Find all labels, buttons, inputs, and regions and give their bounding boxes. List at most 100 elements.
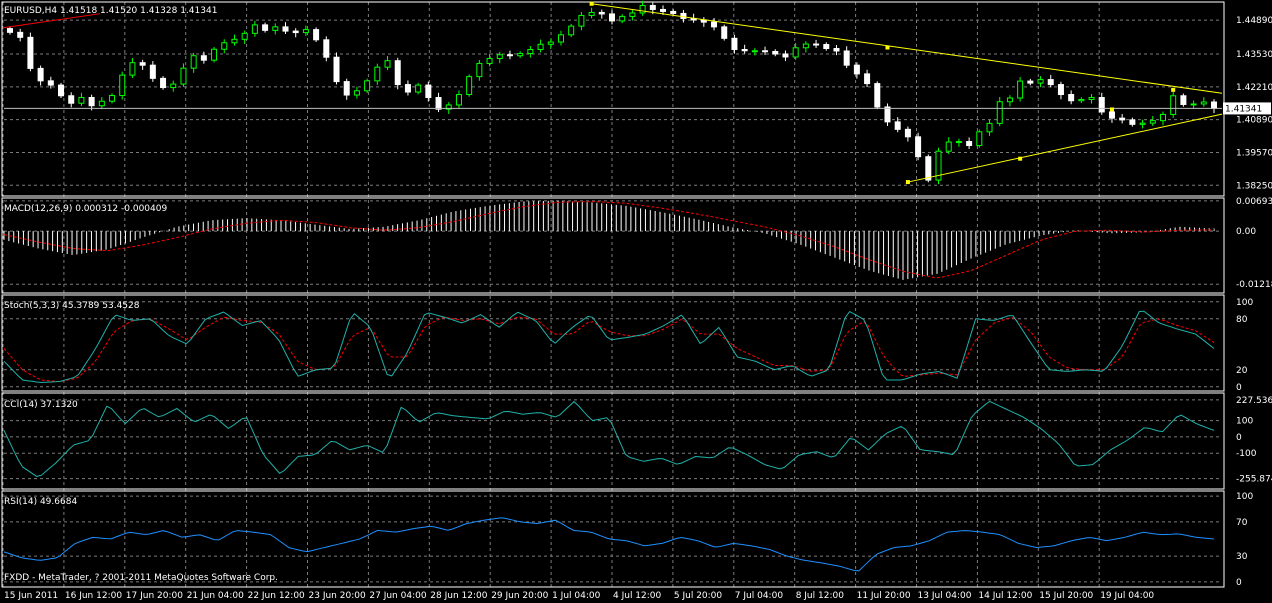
candle-body <box>527 49 534 54</box>
axis-tick-label: -100 <box>1236 449 1257 459</box>
candle-body <box>343 81 350 96</box>
axis-tick-label: 1.39570 <box>1236 148 1272 158</box>
candle-body <box>1078 98 1085 102</box>
candle-body <box>955 141 962 144</box>
axis-tick-label: 1.42210 <box>1236 83 1272 93</box>
trendline-anchor[interactable] <box>1171 87 1176 92</box>
candle-body <box>435 97 442 110</box>
candle-body <box>68 95 75 104</box>
candle-body <box>1180 95 1187 105</box>
candle-body <box>466 76 473 96</box>
candle-body <box>302 29 309 34</box>
time-label: 4 Jul 12:00 <box>613 591 662 601</box>
trading-chart[interactable]: 1.41341 1.44890 1.43530 1.42210 1.40890 1.39… <box>0 0 1272 603</box>
candle-body <box>241 32 248 40</box>
copyright-text: FXDD - MetaTrader, ? 2001-2011 MetaQuote… <box>4 573 278 583</box>
candle-body <box>180 67 187 85</box>
candle-body <box>517 52 524 57</box>
candle-body <box>823 44 830 50</box>
candle-body <box>670 10 677 14</box>
axis-tick-label: 100 <box>1236 298 1253 308</box>
trendline-anchor[interactable] <box>1109 107 1114 112</box>
candle-body <box>588 11 595 16</box>
candle-body <box>506 54 513 57</box>
time-label: 22 Jun 12:00 <box>248 591 305 601</box>
candle-body <box>1006 97 1013 103</box>
time-label: 13 Jul 04:00 <box>918 591 972 601</box>
axis-tick-label: 0 <box>1236 433 1242 443</box>
candle-body <box>843 50 850 66</box>
time-label: 23 Jun 20:00 <box>309 591 366 601</box>
axis-tick-label: -255.874 <box>1236 475 1272 485</box>
candle-body <box>1170 95 1177 115</box>
candle-body <box>925 156 932 181</box>
candle-body <box>853 64 860 75</box>
candle-body <box>945 141 952 152</box>
candle-body <box>221 42 228 50</box>
candle-body <box>1047 79 1054 86</box>
candle-body <box>762 50 769 53</box>
candle-body <box>711 21 718 28</box>
candle-body <box>649 4 656 10</box>
candle-body <box>1139 122 1146 125</box>
axis-tick-label: 1.44890 <box>1236 16 1272 26</box>
axis-tick-label: 80 <box>1236 315 1248 325</box>
candle-body <box>639 4 646 14</box>
candle-body <box>251 24 258 34</box>
candle-body <box>813 43 820 46</box>
candle-body <box>629 12 636 17</box>
candle-body <box>741 49 748 52</box>
time-axis: 15 Jun 2011 16 Jun 12:00 17 Jun 20:00 21 Ju… <box>4 591 1154 601</box>
trendline-anchor[interactable] <box>589 1 594 6</box>
candle-body <box>415 84 422 93</box>
candle-body <box>721 26 728 39</box>
candle-body <box>353 90 360 96</box>
candle-body <box>486 57 493 64</box>
candle-body <box>1119 117 1126 121</box>
candle-body <box>37 67 44 82</box>
candle-body <box>578 14 585 27</box>
time-label: 29 Jun 20:00 <box>491 591 548 601</box>
time-label: 5 Jul 20:00 <box>674 591 723 601</box>
axis-tick-label: 0.00693 <box>1236 197 1272 207</box>
candle-body <box>915 136 922 158</box>
trendline-anchor[interactable] <box>885 45 890 50</box>
candle-body <box>537 43 544 51</box>
axis-tick-label: 0 <box>1236 578 1242 588</box>
candle-body <box>98 100 105 107</box>
cci-title: CCI(14) 37.1320 <box>4 400 78 410</box>
trendline-anchor[interactable] <box>905 180 910 185</box>
candle-body <box>1129 119 1136 125</box>
candle-body <box>833 48 840 52</box>
candle-body <box>109 95 116 102</box>
trendline-anchor[interactable] <box>1018 156 1023 161</box>
candle-body <box>455 94 462 106</box>
time-label: 11 Jul 20:00 <box>857 591 911 601</box>
candle-body <box>292 30 299 34</box>
macd-title: MACD(12,26,9) 0.000312 -0.000409 <box>4 204 167 214</box>
time-label: 14 Jul 12:00 <box>978 591 1032 601</box>
candle-body <box>394 60 401 86</box>
candle-body <box>1149 120 1156 124</box>
axis-tick-label: 227.536 <box>1236 396 1272 406</box>
candle-body <box>751 50 758 53</box>
candle-body <box>598 11 605 15</box>
candle-body <box>874 83 881 108</box>
candle-body <box>88 97 95 107</box>
price-title: EURUSD,H4 1.41518 1.41520 1.41328 1.4134… <box>4 6 217 16</box>
candle-body <box>568 25 575 36</box>
candle-body <box>313 29 320 41</box>
time-label: 15 Jul 20:00 <box>1039 591 1093 601</box>
candle-body <box>986 122 993 133</box>
axis-tick-label: 100 <box>1236 417 1253 427</box>
candle-body <box>78 97 85 104</box>
candle-body <box>17 31 24 38</box>
candle-body <box>384 60 391 68</box>
candle-body <box>272 26 279 31</box>
candle-body <box>1057 84 1064 96</box>
candle-body <box>884 106 891 123</box>
rsi-title: RSI(14) 49.6684 <box>4 497 77 507</box>
candle-body <box>58 84 65 97</box>
candle-body <box>609 13 615 22</box>
candle-body <box>190 55 197 69</box>
